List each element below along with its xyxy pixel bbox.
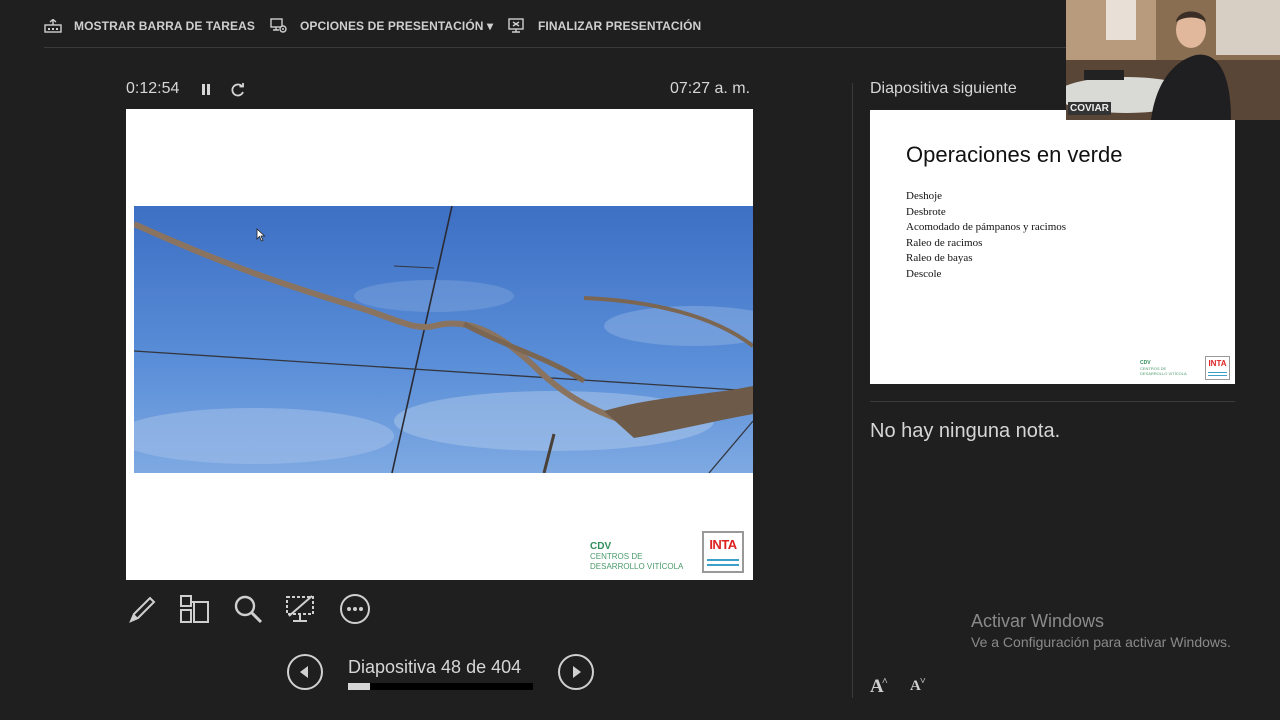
current-slide[interactable]: CDV CENTROS DE DESARROLLO VITÍCOLA INTA <box>126 109 753 580</box>
next-slide-bullets: Deshoje Desbrote Acomodado de pámpanos y… <box>906 189 1066 282</box>
arrow-left-icon <box>300 666 308 678</box>
pause-icon[interactable] <box>199 82 213 98</box>
next-slide-title: Operaciones en verde <box>906 142 1123 167</box>
bullet-item: Descole <box>906 267 942 280</box>
next-slide-preview[interactable]: Operaciones en verde Deshoje Desbrote Ac… <box>870 110 1235 384</box>
bullet-item: Desbrote <box>906 205 946 218</box>
zoom-icon[interactable] <box>231 592 265 626</box>
more-options-icon[interactable] <box>338 592 372 626</box>
bullet-item: Deshoje <box>906 190 943 202</box>
presentation-options-button[interactable]: OPCIONES DE PRESENTACIÓN ▾ <box>270 14 493 38</box>
reset-timer-icon[interactable] <box>229 81 247 99</box>
elapsed-timer: 0:12:54 <box>126 80 180 97</box>
activation-watermark-title: Activar Windows <box>971 611 1105 631</box>
webcam-label: COVIAR <box>1068 102 1111 115</box>
cdv-logo-line2: DESARROLLO VITÍCOLA <box>590 562 684 571</box>
bullet-item: Raleo de racimos <box>906 236 983 249</box>
decrease-caret-icon: ˅ <box>920 676 926 687</box>
mouse-cursor-icon <box>256 228 266 242</box>
next-inta-logo-text: INTA <box>1208 359 1227 368</box>
notes-text: No hay ninguna nota. <box>870 420 1061 442</box>
cdv-logo-text: CDV <box>590 541 612 552</box>
black-screen-icon[interactable] <box>284 592 318 626</box>
next-slide-heading: Diapositiva siguiente <box>870 80 1017 97</box>
increase-font-button[interactable]: A ˄ <box>870 676 890 698</box>
arrow-right-icon <box>573 666 581 678</box>
decrease-font-button[interactable]: A ˅ <box>910 676 930 698</box>
panel-divider <box>852 83 853 698</box>
inta-logo: INTA <box>702 531 744 573</box>
increase-caret-icon: ˄ <box>882 676 888 687</box>
slide-counter: Diapositiva 48 de 404 <box>348 657 522 677</box>
cdv-logo-line1: CENTROS DE <box>590 552 643 561</box>
activation-watermark-subtitle: Ve a Configuración para activar Windows. <box>971 634 1231 650</box>
end-presentation-label: FINALIZAR PRESENTACIÓN <box>538 19 702 33</box>
end-show-icon <box>508 18 524 33</box>
taskbar-icon <box>44 19 62 33</box>
gear-monitor-icon <box>270 18 287 33</box>
show-taskbar-button[interactable]: MOSTRAR BARRA DE TAREAS <box>44 14 255 38</box>
clock-time: 07:27 a. m. <box>670 80 751 97</box>
bullet-item: Acomodado de pámpanos y racimos <box>906 221 1067 233</box>
presentation-options-label: OPCIONES DE PRESENTACIÓN ▾ <box>300 19 494 33</box>
previous-slide-button[interactable] <box>287 654 323 690</box>
pen-tool-icon[interactable] <box>126 592 160 626</box>
next-slide-button[interactable] <box>558 654 594 690</box>
vine-photo <box>134 206 753 473</box>
inta-logo-text: INTA <box>709 537 737 552</box>
show-taskbar-label: MOSTRAR BARRA DE TAREAS <box>74 19 255 33</box>
notes-divider <box>870 401 1235 402</box>
bullet-item: Raleo de bayas <box>906 252 973 264</box>
next-inta-logo: INTA <box>1205 356 1230 380</box>
slide-progress-track <box>348 683 533 690</box>
slide-progress-fill <box>348 683 370 690</box>
toolbar-divider <box>44 47 1066 48</box>
webcam-overlay: COVIAR <box>1066 0 1280 120</box>
next-cdv-logo-line2: DESARROLLO VITÍCOLA <box>1140 371 1187 376</box>
end-presentation-button[interactable]: FINALIZAR PRESENTACIÓN <box>508 14 701 38</box>
see-all-slides-icon[interactable] <box>177 592 211 626</box>
